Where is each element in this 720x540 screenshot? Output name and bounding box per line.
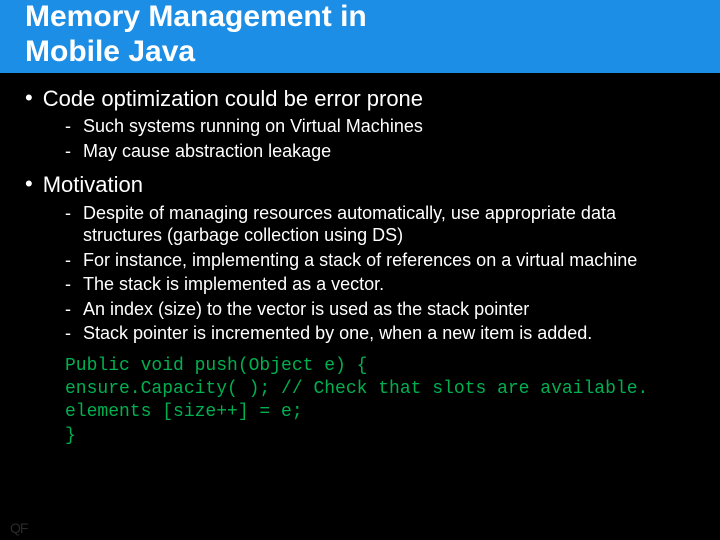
bullet-heading: Motivation	[43, 172, 143, 197]
title-line-1: Memory Management in	[25, 0, 367, 33]
code-line: ensure.Capacity( ); // Check that slots …	[65, 378, 695, 401]
sub-item-text: Such systems running on Virtual Machines	[83, 115, 423, 138]
bullet-dot-icon: •	[25, 86, 33, 110]
sub-item-text: Stack pointer is incremented by one, whe…	[83, 322, 592, 345]
bullet-dot-icon: •	[25, 172, 33, 196]
dash-icon: -	[65, 140, 71, 163]
dash-icon: -	[65, 115, 71, 138]
dash-icon: -	[65, 322, 71, 345]
list-item: - For instance, implementing a stack of …	[65, 249, 695, 272]
list-item: - May cause abstraction leakage	[65, 140, 695, 163]
sub-item-text: Despite of managing resources automatica…	[83, 202, 695, 247]
slide-content: • Code optimization could be error prone…	[0, 76, 720, 448]
code-line: elements [size++] = e;	[65, 401, 695, 424]
list-item: - Stack pointer is incremented by one, w…	[65, 322, 695, 345]
bullet-section-1: • Code optimization could be error prone	[25, 86, 695, 111]
list-item: - The stack is implemented as a vector.	[65, 273, 695, 296]
code-line: }	[65, 425, 695, 448]
slide-header: Memory Management in Mobile Java	[0, 0, 720, 76]
sub-list-1: - Such systems running on Virtual Machin…	[65, 115, 695, 162]
sub-item-text: May cause abstraction leakage	[83, 140, 331, 163]
list-item: - Despite of managing resources automati…	[65, 202, 695, 247]
bullet-heading: Code optimization could be error prone	[43, 86, 423, 111]
sub-item-text: For instance, implementing a stack of re…	[83, 249, 637, 272]
dash-icon: -	[65, 273, 71, 296]
title-line-2: Mobile Java	[25, 35, 195, 68]
sub-list-2: - Despite of managing resources automati…	[65, 202, 695, 345]
code-line: Public void push(Object e) {	[65, 355, 695, 378]
code-block: Public void push(Object e) { ensure.Capa…	[65, 355, 695, 449]
dash-icon: -	[65, 298, 71, 321]
bullet-section-2: • Motivation	[25, 172, 695, 197]
slide-title: Memory Management in Mobile Java	[25, 0, 695, 69]
sub-item-text: An index (size) to the vector is used as…	[83, 298, 529, 321]
watermark: QF	[10, 520, 27, 536]
dash-icon: -	[65, 202, 71, 225]
list-item: - An index (size) to the vector is used …	[65, 298, 695, 321]
dash-icon: -	[65, 249, 71, 272]
sub-item-text: The stack is implemented as a vector.	[83, 273, 384, 296]
list-item: - Such systems running on Virtual Machin…	[65, 115, 695, 138]
